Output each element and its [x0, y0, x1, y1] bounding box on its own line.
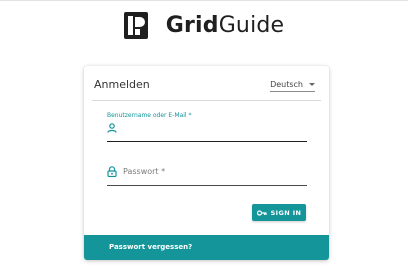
lock-icon	[107, 166, 117, 177]
caret-down-icon	[309, 83, 315, 86]
card-footer: Passwort vergessen?	[84, 235, 329, 260]
language-selected-value: Deutsch	[270, 80, 303, 89]
sign-in-label: SIGN IN	[270, 208, 302, 217]
key-icon	[256, 209, 267, 216]
username-input[interactable]	[107, 141, 307, 142]
login-card: Anmelden Deutsch Benutzername oder E-Mai…	[84, 66, 329, 260]
password-input[interactable]: Passwort *	[123, 167, 165, 176]
forgot-password-link[interactable]: Passwort vergessen?	[109, 243, 192, 251]
header-divider	[92, 100, 321, 101]
top-divider	[0, 0, 408, 1]
person-icon	[107, 123, 117, 133]
brand-name-regular: Guide	[218, 13, 285, 38]
password-underline	[107, 185, 307, 186]
sign-in-button[interactable]: SIGN IN	[252, 204, 306, 221]
brand-name-bold: Grid	[165, 13, 219, 38]
username-label: Benutzername oder E-Mail *	[107, 112, 192, 119]
card-title: Anmelden	[94, 78, 150, 91]
gridguide-logo-icon	[123, 12, 148, 39]
language-select[interactable]: Deutsch	[270, 80, 315, 92]
brand-header: GridGuide	[0, 12, 408, 39]
brand-name: GridGuide	[166, 13, 285, 38]
